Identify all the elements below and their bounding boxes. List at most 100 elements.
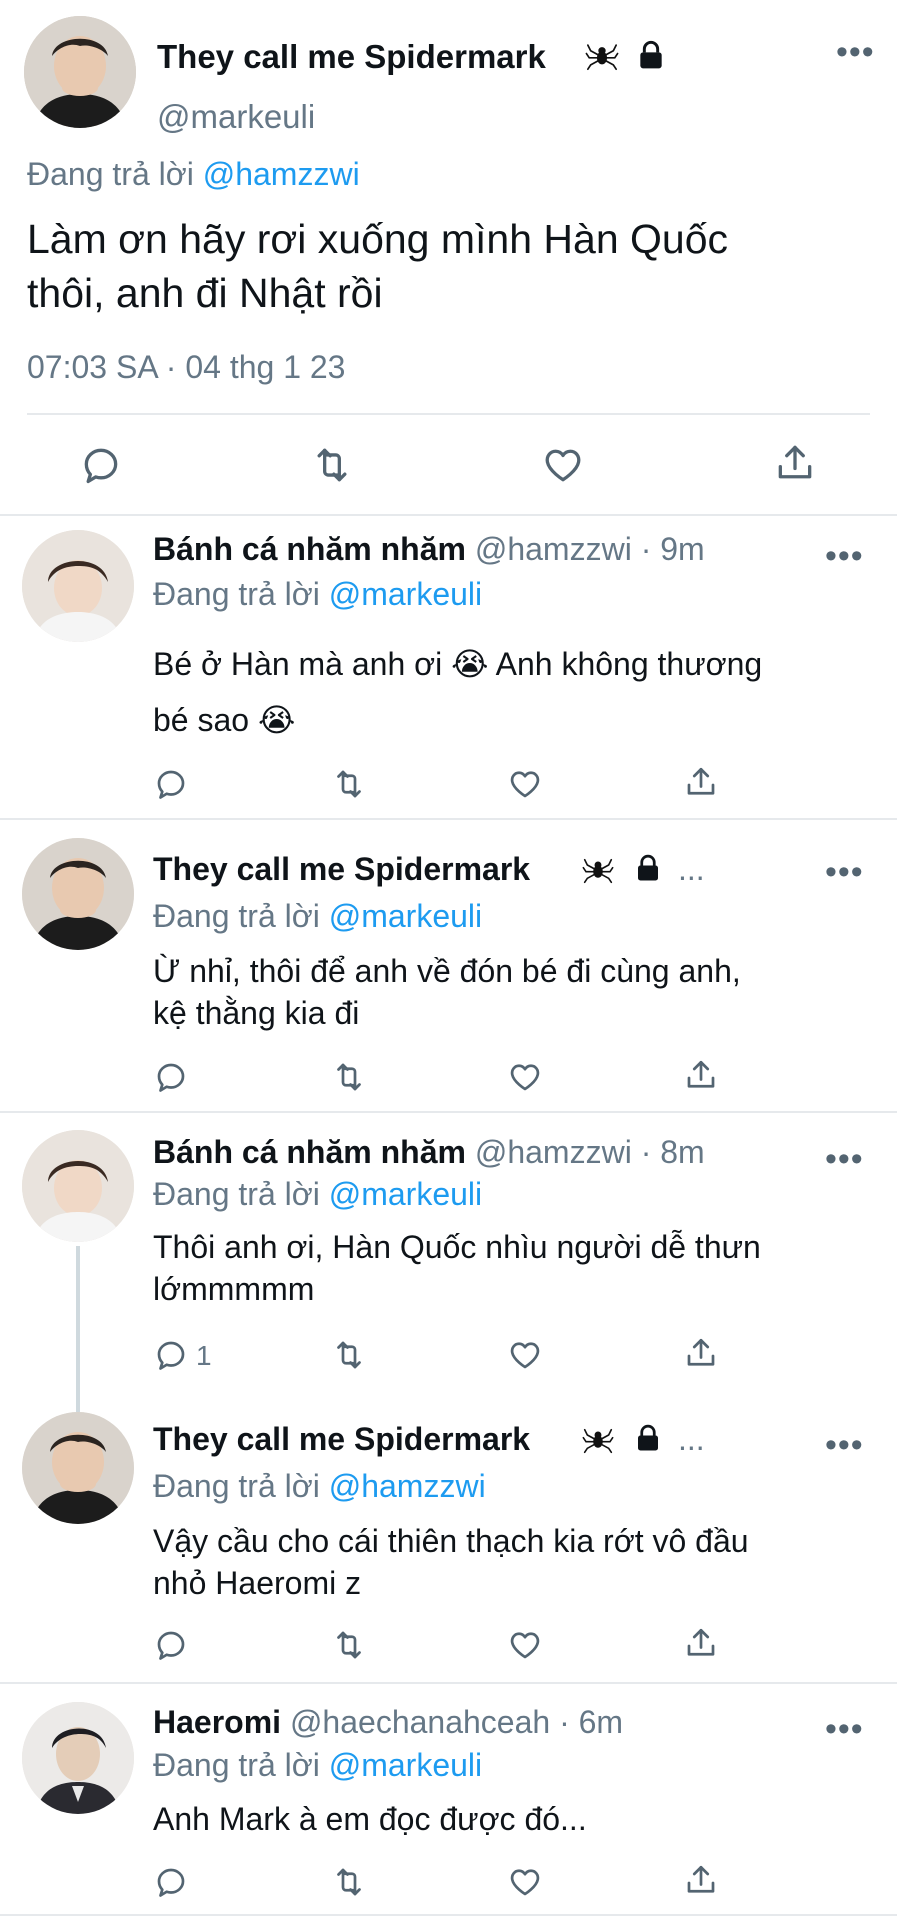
more-icon[interactable]: ••• [836,35,875,69]
author-name[interactable]: Bánh cá nhăm nhăm [153,531,466,567]
lock-icon [633,852,663,889]
more-icon[interactable]: ••• [825,1712,864,1746]
spider-icon [582,1422,614,1461]
tweet-text-line: Ừ nhỉ, thôi để anh về đón bé đi cùng anh… [153,953,741,989]
tweet-time[interactable]: · 9m [641,531,705,567]
lock-icon [635,38,667,77]
avatar[interactable] [22,1130,134,1242]
retweet-icon[interactable] [331,1059,367,1095]
more-icon[interactable]: ••• [825,1428,864,1462]
divider [0,1111,897,1113]
tweet-header: They call me Spidermark [153,1421,530,1458]
tweet-time[interactable]: · 8m [641,1134,705,1170]
reply-icon[interactable] [153,1059,189,1095]
reply-to-link[interactable]: @markeuli [329,1747,482,1783]
reply-prefix: Đang trả lời [153,1747,320,1783]
tweet-text-line: Anh Mark à em đọc được đó... [153,1801,587,1837]
timestamp[interactable]: 07:03 SA · 04 thg 1 23 [27,349,345,386]
tweet-header: Bánh cá nhăm nhăm @hamzzwi · 9m [153,531,705,568]
tweet-text-line: kệ thằng kia đi [153,995,360,1031]
share-icon[interactable] [683,1335,719,1371]
retweet-icon[interactable] [331,1627,367,1663]
reply-icon[interactable] [79,443,123,487]
tweet-text-line: thôi, anh đi Nhật rồi [27,270,383,316]
avatar[interactable] [22,1702,134,1814]
heart-icon[interactable] [507,1627,543,1663]
reply-to-link[interactable]: @markeuli [329,1176,482,1212]
heart-icon[interactable] [541,443,585,487]
reply-to-link[interactable]: @hamzzwi [203,156,360,192]
tweet-text-line: Bé ở Hàn mà anh ơi 😭 Anh không thương [153,646,763,682]
tweet-text-line: Vậy cầu cho cái thiên thạch kia rớt vô đ… [153,1523,749,1559]
tweet-text-line: Làm ơn hãy rơi xuống mình Hàn Quốc [27,216,729,262]
retweet-icon[interactable] [310,443,354,487]
reply-icon[interactable] [153,766,189,802]
share-icon[interactable] [683,764,719,800]
avatar[interactable] [22,838,134,950]
divider [0,514,897,516]
reply-to-link[interactable]: @markeuli [329,576,482,612]
author-name[interactable]: They call me Spidermark [153,851,530,887]
tweet-header: They call me Spidermark [153,851,530,888]
reply-icon[interactable] [153,1337,189,1373]
avatar[interactable] [22,1412,134,1524]
author-handle[interactable]: ... [678,1421,705,1458]
tweet-text-line: Thôi anh ơi, Hàn Quốc nhìu người dễ thưn [153,1229,761,1265]
lock-icon [633,1422,663,1459]
reply-icon[interactable] [153,1864,189,1900]
divider [0,1914,897,1916]
divider [0,818,897,820]
tweet-text: Anh Mark à em đọc được đó... [153,1798,587,1840]
share-icon[interactable] [683,1625,719,1661]
author-handle[interactable]: @markeuli [157,98,315,136]
reply-prefix: Đang trả lời [153,1468,320,1504]
tweet-text: Vậy cầu cho cái thiên thạch kia rớt vô đ… [153,1520,749,1604]
share-icon[interactable] [683,1862,719,1898]
reply-prefix: Đang trả lời [27,156,194,192]
heart-icon[interactable] [507,1059,543,1095]
avatar[interactable] [22,530,134,642]
tweet-text-line: nhỏ Haeromi z [153,1565,362,1601]
more-icon[interactable]: ••• [825,1142,864,1176]
tweet-text: Bé ở Hàn mà anh ơi 😭 Anh không thương bé… [153,636,762,748]
retweet-icon[interactable] [331,766,367,802]
retweet-icon[interactable] [331,1337,367,1373]
spider-icon [582,852,614,891]
reply-prefix: Đang trả lời [153,1176,320,1212]
author-handle[interactable]: @hamzzwi [475,1134,632,1170]
author-handle[interactable]: @haechanahceah [290,1704,550,1740]
author-handle[interactable]: @hamzzwi [475,531,632,567]
heart-icon[interactable] [507,766,543,802]
more-icon[interactable]: ••• [825,855,864,889]
author-name[interactable]: Haeromi [153,1704,281,1740]
more-icon[interactable]: ••• [825,539,864,573]
avatar[interactable] [24,16,136,128]
tweet-text: Ừ nhỉ, thôi để anh về đón bé đi cùng anh… [153,950,741,1034]
tweet-text-line: bé sao 😭 [153,702,296,738]
tweet-text-line: lớmmmmm [153,1271,315,1307]
reply-context: Đang trả lời @hamzzwi [27,156,360,193]
tweet-header: Bánh cá nhăm nhăm @hamzzwi · 8m [153,1134,705,1171]
author-name[interactable]: They call me Spidermark [153,1421,530,1457]
reply-icon[interactable] [153,1627,189,1663]
share-icon[interactable] [683,1057,719,1093]
heart-icon[interactable] [507,1864,543,1900]
author-name[interactable]: They call me Spidermark [157,38,546,76]
reply-context: Đang trả lời @markeuli [153,576,482,613]
reply-to-link[interactable]: @markeuli [329,898,482,934]
reply-context: Đang trả lời @hamzzwi [153,1468,486,1505]
author-handle[interactable]: ... [678,851,705,888]
divider [27,413,870,415]
reply-context: Đang trả lời @markeuli [153,898,482,935]
spider-icon [585,37,619,78]
reply-context: Đang trả lời @markeuli [153,1176,482,1213]
reply-prefix: Đang trả lời [153,576,320,612]
reply-prefix: Đang trả lời [153,898,320,934]
tweet-time[interactable]: · 6m [559,1704,623,1740]
retweet-icon[interactable] [331,1864,367,1900]
heart-icon[interactable] [507,1337,543,1373]
author-name[interactable]: Bánh cá nhăm nhăm [153,1134,466,1170]
share-icon[interactable] [773,441,817,485]
tweet-header: Haeromi @haechanahceah · 6m [153,1704,623,1741]
reply-to-link[interactable]: @hamzzwi [329,1468,486,1504]
